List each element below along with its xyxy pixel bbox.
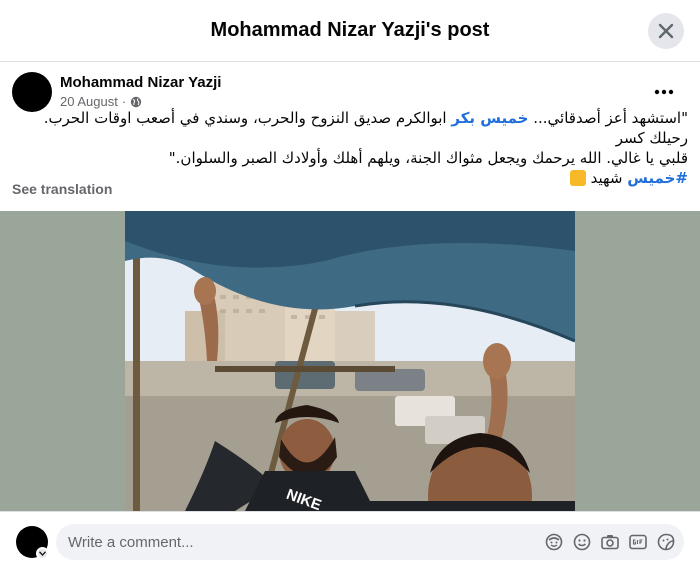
meta-separator: · [121, 94, 127, 109]
hashtag-link[interactable]: #خميس [627, 169, 688, 187]
photo-container[interactable]: NIKE [0, 211, 700, 511]
close-button[interactable] [648, 13, 684, 49]
post-text-part: "استشهد أعز أصدقائي... [528, 109, 688, 127]
comment-bar [0, 511, 700, 577]
emoji-icon [573, 533, 591, 551]
author-name[interactable]: Mohammad Nizar Yazji [60, 74, 221, 91]
gif-icon [629, 534, 647, 550]
sticker-icon [657, 533, 675, 551]
post-header: Mohammad Nizar Yazji 20 August · [12, 72, 688, 112]
avatar-sticker-button[interactable] [544, 532, 564, 552]
globe-icon[interactable] [130, 96, 142, 108]
post-meta: 20 August · [60, 94, 142, 109]
chevron-down-icon [39, 551, 46, 556]
avatar-dropdown-badge[interactable] [36, 547, 49, 560]
more-options-icon [654, 89, 674, 95]
post-text-line-3: #خميس شهيد [12, 168, 688, 188]
dialog-title: Mohammad Nizar Yazji's post [210, 19, 490, 41]
emoji-button[interactable] [572, 532, 592, 552]
post-dialog: Mohammad Nizar Yazji's post Mohammad Niz… [0, 0, 700, 577]
comment-icon-row [544, 532, 676, 552]
sad-face-emoji-icon [569, 170, 586, 186]
author-avatar[interactable] [12, 72, 52, 112]
more-options-button[interactable] [648, 76, 680, 108]
sticker-button[interactable] [656, 532, 676, 552]
mention-link[interactable]: خميس بكر [451, 109, 528, 127]
post-text-part: شهيد [590, 169, 628, 187]
dialog-header: Mohammad Nizar Yazji's post [0, 0, 700, 62]
post-date[interactable]: 20 August [60, 94, 118, 109]
photo-illustration: NIKE [125, 211, 575, 511]
post-text: "استشهد أعز أصدقائي... خميس بكر ابوالكرم… [12, 108, 688, 188]
avatar-sticker-icon [545, 533, 563, 551]
close-icon [658, 23, 674, 39]
gif-button[interactable] [628, 532, 648, 552]
see-translation-link[interactable]: See translation [12, 181, 112, 197]
camera-icon [601, 535, 619, 550]
post-text-line-1: "استشهد أعز أصدقائي... خميس بكر ابوالكرم… [12, 108, 688, 148]
post-photo[interactable]: NIKE [125, 211, 575, 511]
post-text-line-2: قلبي يا غالي. الله يرحمك ويجعل مثواك الج… [168, 149, 688, 167]
camera-button[interactable] [600, 532, 620, 552]
